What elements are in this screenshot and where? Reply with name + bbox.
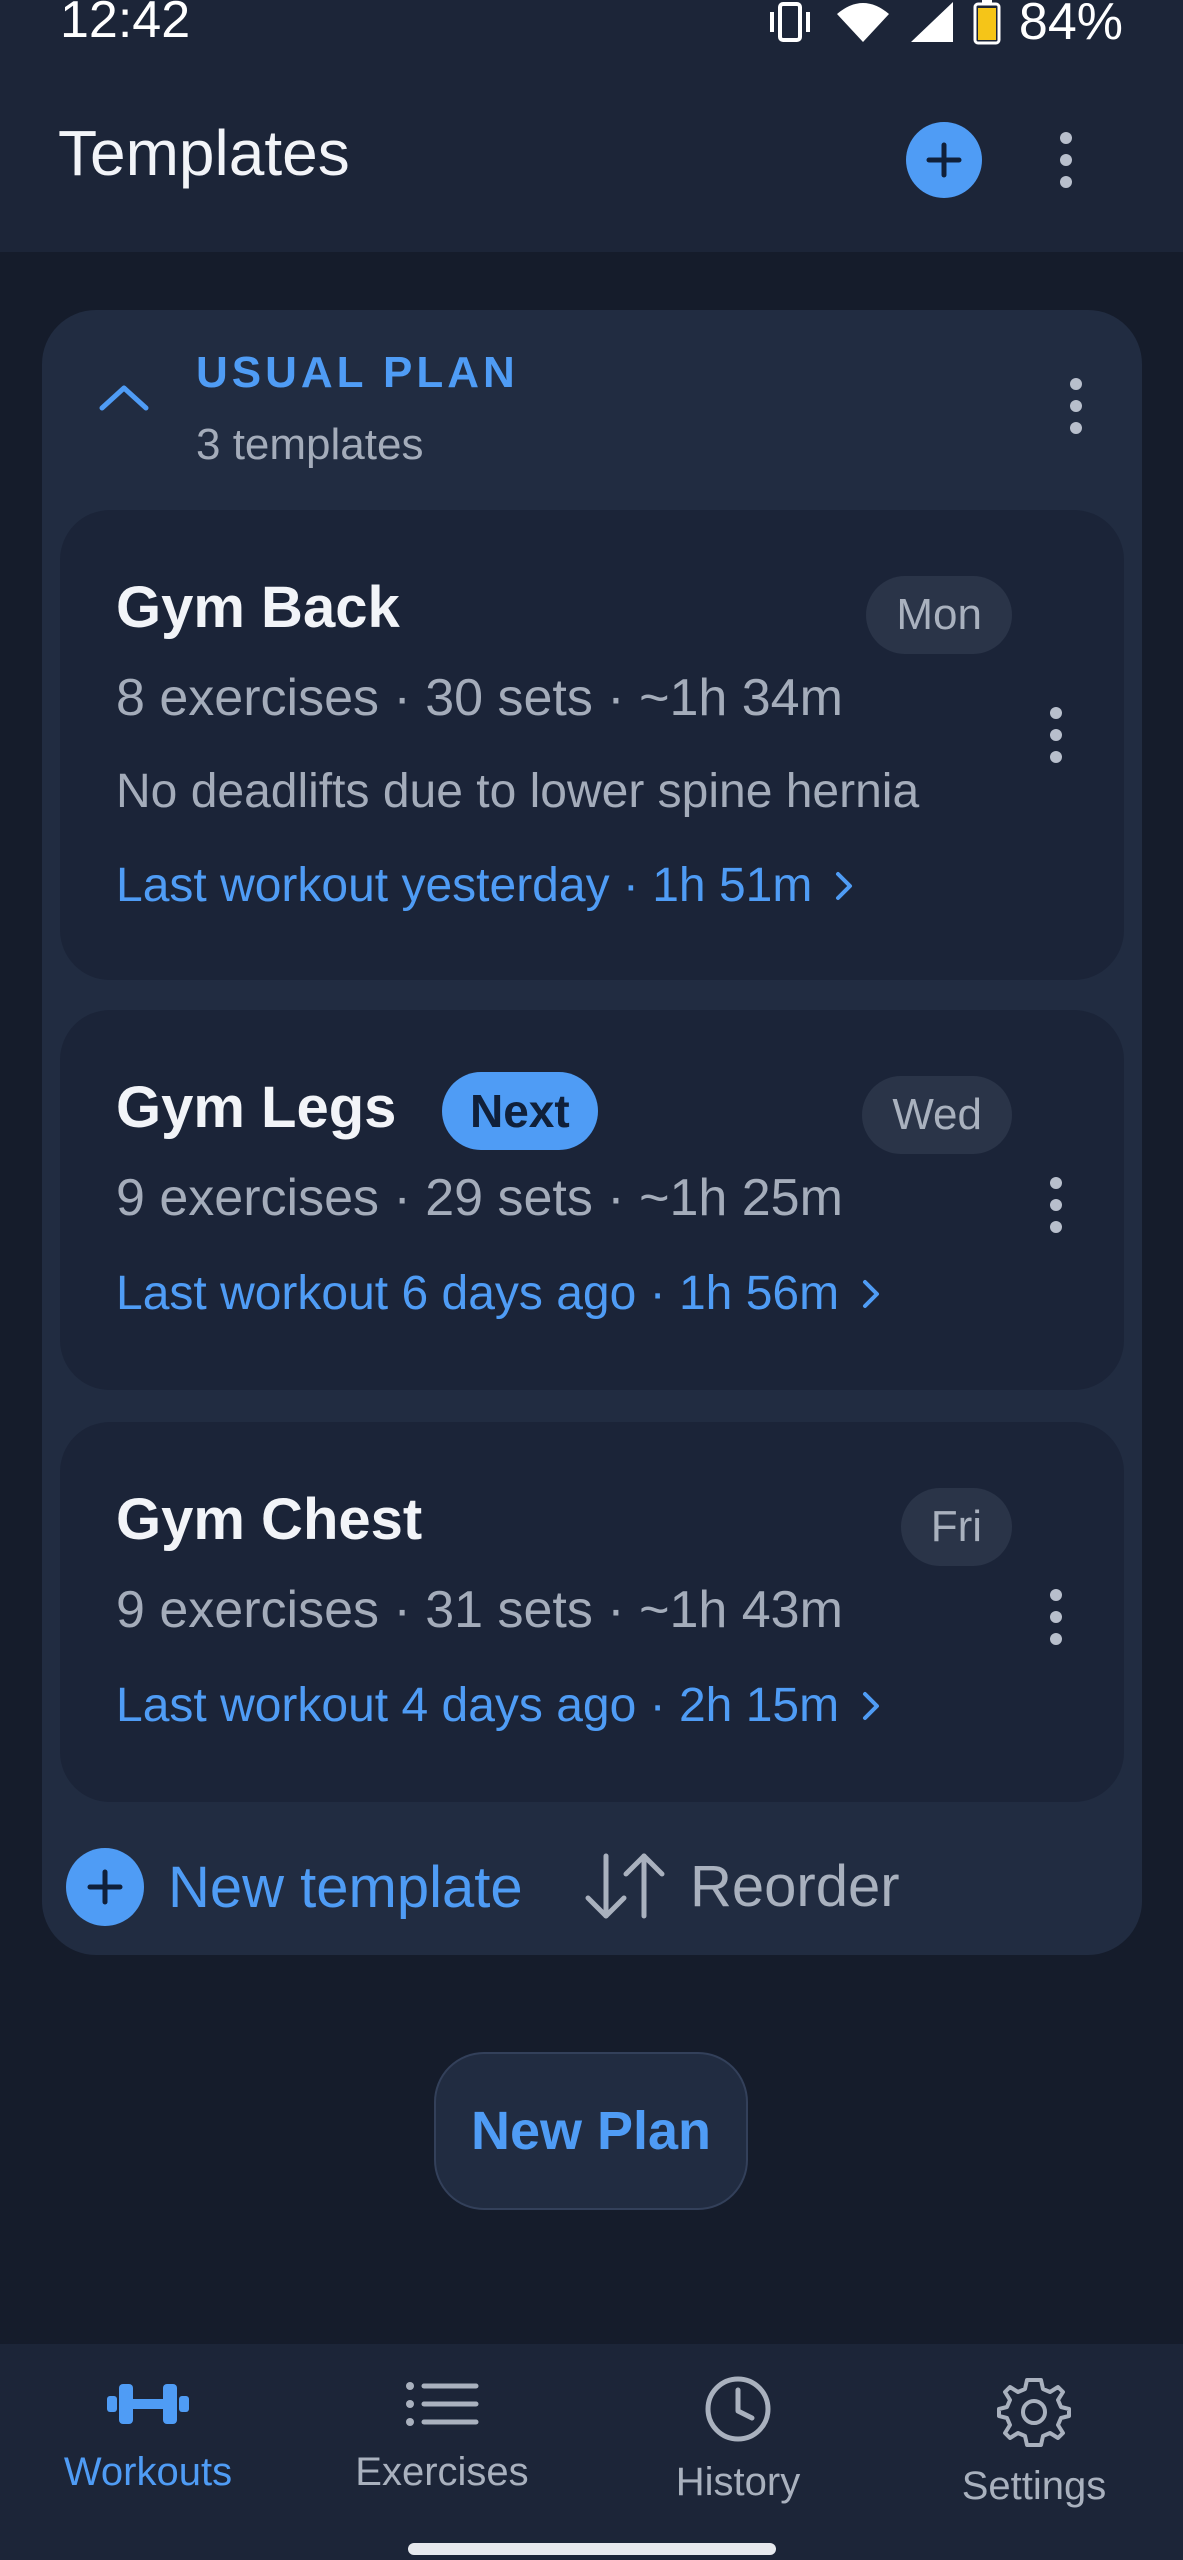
template-more-icon[interactable] — [1036, 695, 1076, 775]
template-note: No deadlifts due to lower spine hernia — [116, 765, 920, 818]
nav-label: Workouts — [63, 2450, 233, 2494]
template-more-icon[interactable] — [1036, 1577, 1076, 1657]
status-bar: 12:42 84% — [0, 0, 1183, 50]
plan-more-icon[interactable] — [1056, 366, 1096, 446]
last-workout-text: Last workout 4 days ago · 2h 15m — [116, 1679, 840, 1732]
plan-name: USUAL PLAN — [196, 348, 519, 397]
clock-icon — [705, 2376, 771, 2442]
template-stats: 9 exercises · 29 sets · ~1h 25m — [116, 1169, 843, 1227]
new-plan-button[interactable]: New Plan — [434, 2052, 748, 2210]
page-title: Templates — [58, 117, 350, 189]
template-title: Gym Legs — [116, 1075, 397, 1140]
plus-circle-icon — [66, 1848, 144, 1926]
nav-item-history[interactable]: History — [608, 2374, 868, 2505]
dumbbell-icon — [107, 2384, 189, 2424]
day-chip: Fri — [900, 1488, 1012, 1566]
bottom-navigation: Workouts Exercises History Settings — [0, 2344, 1183, 2560]
chevron-right-icon — [836, 871, 853, 900]
add-template-button[interactable] — [906, 122, 982, 198]
chevron-up-icon[interactable] — [98, 382, 150, 412]
template-stats: 8 exercises · 30 sets · ~1h 34m — [116, 669, 843, 727]
last-workout-text: Last workout 6 days ago · 1h 56m — [116, 1267, 840, 1320]
wifi-icon — [836, 3, 889, 42]
last-workout-link[interactable]: Last workout 4 days ago · 2h 15m — [116, 1678, 881, 1733]
more-options-icon[interactable] — [1040, 120, 1092, 200]
new-template-label: New template — [168, 1854, 523, 1920]
day-chip: Wed — [862, 1076, 1012, 1154]
status-icons: 84% — [763, 0, 1123, 48]
template-card-gym-legs[interactable]: Gym Legs Next Wed 9 exercises · 29 sets … — [60, 1010, 1124, 1390]
chevron-right-icon — [863, 1691, 880, 1720]
nav-item-workouts[interactable]: Workouts — [18, 2374, 278, 2495]
plan-template-count: 3 templates — [196, 420, 424, 469]
nav-item-settings[interactable]: Settings — [904, 2374, 1164, 2509]
home-indicator[interactable] — [408, 2543, 776, 2555]
last-workout-text: Last workout yesterday · 1h 51m — [116, 859, 813, 912]
reorder-icon — [585, 1853, 665, 1919]
reorder-label: Reorder — [690, 1853, 900, 1919]
battery-icon — [973, 0, 1001, 45]
signal-icon — [910, 2, 953, 42]
status-time: 12:42 — [60, 0, 191, 49]
list-icon — [406, 2382, 479, 2426]
template-card-gym-back[interactable]: Gym Back Mon 8 exercises · 30 sets · ~1h… — [60, 510, 1124, 980]
last-workout-link[interactable]: Last workout yesterday · 1h 51m — [116, 858, 854, 913]
template-card-gym-chest[interactable]: Gym Chest Fri 9 exercises · 31 sets · ~1… — [60, 1422, 1124, 1802]
battery-percent: 84% — [1018, 0, 1123, 51]
template-title: Gym Chest — [116, 1487, 423, 1552]
vibrate-icon — [769, 2, 810, 42]
nav-label: Exercises — [355, 2450, 529, 2494]
app-bar: Templates — [0, 50, 1183, 252]
plus-icon — [926, 142, 962, 178]
day-chip: Mon — [866, 576, 1012, 654]
chevron-right-icon — [863, 1279, 880, 1308]
nav-label: Settings — [961, 2464, 1107, 2508]
template-stats: 9 exercises · 31 sets · ~1h 43m — [116, 1581, 843, 1639]
plan-card: USUAL PLAN 3 templates Gym Back Mon 8 ex… — [42, 310, 1142, 1955]
new-template-button[interactable]: New template — [66, 1848, 523, 1926]
nav-item-exercises[interactable]: Exercises — [312, 2374, 572, 2495]
reorder-button[interactable]: Reorder — [582, 1848, 900, 1924]
template-title: Gym Back — [116, 575, 400, 640]
next-badge: Next — [442, 1072, 598, 1150]
template-more-icon[interactable] — [1036, 1165, 1076, 1245]
nav-label: History — [675, 2460, 801, 2504]
gear-icon — [997, 2378, 1071, 2447]
last-workout-link[interactable]: Last workout 6 days ago · 1h 56m — [116, 1266, 881, 1321]
